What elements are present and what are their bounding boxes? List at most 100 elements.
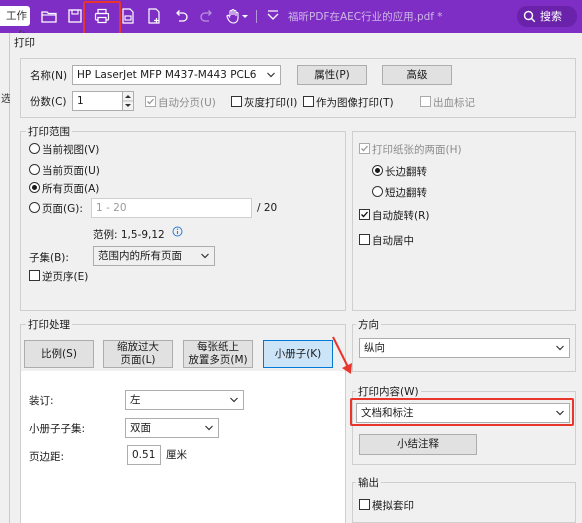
booklet-subset-label: 小册子子集:: [29, 423, 86, 435]
bleed-marks-label: 出血标记: [433, 97, 475, 109]
export-icon[interactable]: [119, 7, 137, 25]
print-button-highlight: [83, 1, 121, 35]
reverse-pages-label: 逆页序(E): [42, 271, 89, 283]
print-content-highlight: [350, 398, 574, 426]
orientation-select[interactable]: 纵向: [359, 338, 570, 358]
chevron-down-icon: [230, 397, 238, 403]
auto-rotate-label: 自动旋转(R): [372, 210, 430, 222]
grayscale-label: 灰度打印(I): [244, 97, 298, 109]
pages-label: 页面(G):: [42, 203, 83, 215]
long-edge-label: 长边翻转: [385, 166, 427, 178]
current-view-radio[interactable]: [29, 143, 40, 154]
booklet-subset-value: 双面: [130, 422, 151, 434]
background-window-strip: [0, 33, 10, 523]
chevron-down-icon: [205, 425, 213, 431]
multiple-button-line1: 每张纸上: [197, 341, 239, 353]
booklet-subset-select[interactable]: 双面: [125, 418, 219, 438]
search-icon: [523, 10, 536, 23]
workspace-tab[interactable]: 工作台: [0, 6, 30, 42]
copies-stepper[interactable]: [122, 91, 134, 111]
shrink-button-line2: 页面(L): [120, 354, 156, 366]
both-sides-checkbox[interactable]: [359, 143, 370, 154]
chevron-down-icon[interactable]: [240, 7, 250, 25]
info-icon[interactable]: [172, 226, 183, 237]
undo-icon[interactable]: [172, 7, 190, 25]
reverse-pages-checkbox[interactable]: [29, 270, 40, 281]
checkmark-icon: [361, 145, 368, 152]
pages-radio[interactable]: [29, 202, 40, 213]
print-handling-title: 打印处理: [26, 317, 72, 332]
binding-select[interactable]: 左: [125, 390, 244, 410]
auto-center-checkbox[interactable]: [359, 234, 370, 245]
current-view-label: 当前视图(V): [42, 144, 100, 156]
print-as-image-label: 作为图像打印(T): [316, 97, 394, 109]
booklet-button[interactable]: 小册子(K): [263, 340, 333, 368]
multiple-pages-button[interactable]: 每张纸上 放置多页(M): [183, 340, 253, 368]
chevron-down-icon: [556, 345, 564, 351]
long-edge-radio[interactable]: [372, 165, 383, 176]
print-range-group: [20, 131, 346, 311]
print-range-title: 打印范围: [26, 124, 72, 139]
collate-label: 自动分页(U): [158, 97, 216, 109]
advanced-button[interactable]: 高级: [382, 65, 452, 85]
search-button[interactable]: 搜索: [517, 6, 577, 27]
auto-rotate-checkbox[interactable]: [359, 209, 370, 220]
short-edge-radio[interactable]: [372, 186, 383, 197]
orientation-select-value: 纵向: [364, 342, 385, 354]
scale-button[interactable]: 比例(S): [24, 340, 94, 368]
both-sides-label: 打印纸张的两面(H): [372, 144, 462, 156]
short-edge-label: 短边翻转: [385, 187, 427, 199]
simulate-overprint-label: 模拟套印: [372, 500, 414, 512]
collate-checkbox[interactable]: [145, 96, 156, 107]
properties-button[interactable]: 属性(P): [297, 65, 367, 85]
chevron-down-icon: [267, 72, 275, 78]
pages-range-input[interactable]: 1 - 20: [91, 198, 252, 218]
binding-select-value: 左: [130, 394, 141, 406]
shrink-oversized-button[interactable]: 缩放过大 页面(L): [103, 340, 173, 368]
multiple-button-line2: 放置多页(M): [188, 354, 248, 366]
document-title: 福昕PDF在AEC行业的应用.pdf *: [288, 11, 443, 23]
save-icon[interactable]: [66, 7, 84, 25]
summarize-comments-button[interactable]: 小结注释: [359, 434, 477, 455]
toolbar-divider: [256, 10, 257, 23]
printer-select[interactable]: HP LaserJet MFP M437-M443 PCL6: [72, 65, 281, 85]
printer-select-value: HP LaserJet MFP M437-M443 PCL6: [77, 69, 257, 81]
current-page-radio[interactable]: [29, 164, 40, 175]
booklet-button-label: 小册子(K): [274, 347, 322, 360]
all-pages-radio[interactable]: [29, 182, 40, 193]
redo-icon[interactable]: [198, 7, 216, 25]
orientation-title: 方向: [356, 317, 381, 332]
checkmark-icon: [147, 98, 154, 105]
binding-label: 装订:: [29, 395, 54, 407]
pages-example: 范例: 1,5-9,12: [93, 229, 165, 241]
margin-input[interactable]: 0.51: [127, 445, 161, 465]
output-title: 输出: [356, 475, 381, 490]
search-label: 搜索: [540, 10, 562, 23]
checkmark-icon: [361, 211, 368, 218]
dialog-title: 打印: [14, 37, 35, 49]
copies-input[interactable]: 1: [72, 91, 123, 111]
print-as-image-checkbox[interactable]: [303, 96, 314, 107]
margin-unit: 厘米: [166, 449, 187, 461]
shrink-button-line1: 缩放过大: [117, 341, 159, 353]
auto-center-label: 自动居中: [372, 235, 414, 247]
scale-button-label: 比例(S): [41, 347, 77, 360]
margin-label: 页边距:: [29, 451, 65, 463]
subset-select-value: 范围内的所有页面: [98, 250, 182, 262]
new-file-icon[interactable]: [145, 7, 163, 25]
collapse-icon[interactable]: [264, 7, 282, 25]
current-page-label: 当前页面(U): [42, 165, 100, 177]
stepper-arrows-icon: [123, 95, 133, 107]
subset-select[interactable]: 范围内的所有页面: [93, 246, 215, 266]
pages-total: / 20: [257, 202, 278, 214]
all-pages-label: 所有页面(A): [42, 183, 100, 195]
printer-name-label: 名称(N): [30, 70, 68, 82]
subset-label: 子集(B):: [29, 252, 69, 264]
chevron-down-icon: [201, 253, 209, 259]
folder-open-icon[interactable]: [40, 7, 58, 25]
bleed-marks-checkbox[interactable]: [420, 96, 431, 107]
copies-label: 份数(C): [30, 96, 67, 108]
print-content-title: 打印内容(W): [356, 384, 421, 399]
simulate-overprint-checkbox[interactable]: [359, 499, 370, 510]
grayscale-checkbox[interactable]: [231, 96, 242, 107]
